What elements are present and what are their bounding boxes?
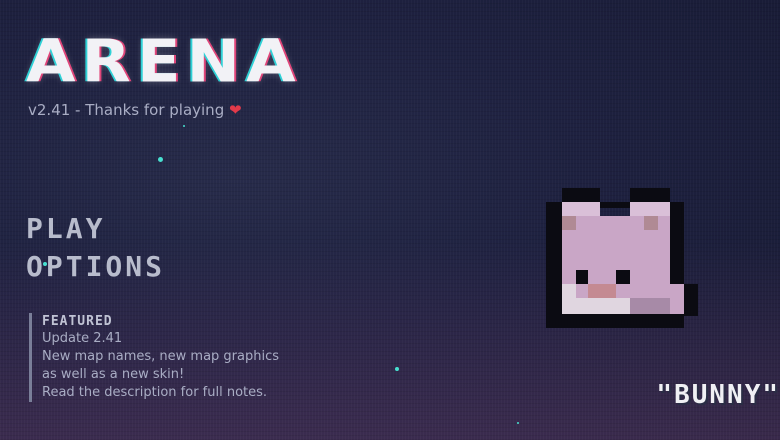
version-line: v2.41 - Thanks for playing ❤ [28, 101, 242, 119]
game-title: ARENA [26, 28, 302, 97]
pig-character-icon [546, 188, 698, 328]
main-menu: PLAY OPTIONS [26, 210, 165, 286]
skin-preview[interactable] [546, 188, 700, 334]
featured-line: as well as a new skin! [42, 367, 185, 382]
heart-icon: ❤ [229, 101, 242, 119]
particle [158, 157, 163, 162]
thanks-text: - Thanks for playing [70, 101, 225, 119]
options-button[interactable]: OPTIONS [26, 248, 165, 286]
play-button[interactable]: PLAY [26, 210, 165, 248]
particle [395, 367, 399, 371]
featured-panel: FEATURED Update 2.41 New map names, new … [29, 313, 312, 402]
featured-heading: FEATURED [42, 314, 113, 329]
skin-name-label: "BUNNY" [656, 380, 780, 410]
particle [517, 422, 519, 424]
featured-line: New map names, new map graphics [42, 349, 280, 364]
featured-line: Read the description for full notes. [42, 385, 268, 400]
particle [183, 125, 185, 127]
version-number: v2.41 [28, 101, 71, 119]
featured-title: Update 2.41 [42, 331, 123, 346]
